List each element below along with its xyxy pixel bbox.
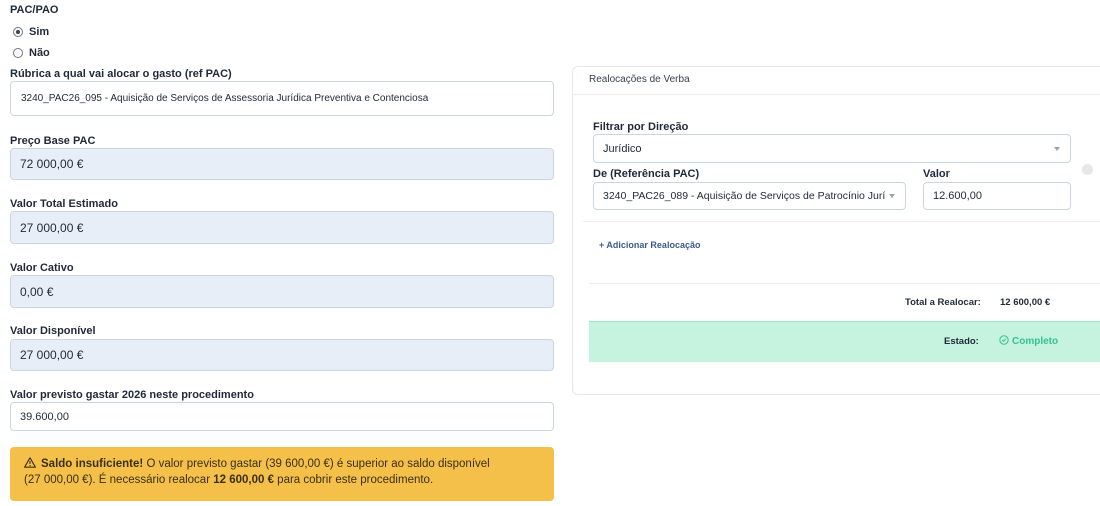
valor-total-field: 27 000,00 € xyxy=(10,211,554,244)
total-realocar-value: 12 600,00 € xyxy=(1000,297,1051,308)
valor-total-value: 27 000,00 € xyxy=(20,220,84,235)
radio-nao-label: Não xyxy=(29,47,50,59)
rubrica-label: Rúbrica a qual vai alocar o gasto (ref P… xyxy=(10,68,232,80)
radio-nao[interactable]: Não xyxy=(13,47,50,59)
valor-input[interactable]: 12.600,00 xyxy=(923,182,1071,210)
filtro-direcao-value: Jurídico xyxy=(603,142,642,155)
valor-input-value: 12.600,00 xyxy=(933,190,982,202)
saldo-warning-banner: Saldo insuficiente! O valor previsto gas… xyxy=(10,447,554,501)
warning-amount: 12 600,00 € xyxy=(213,474,274,486)
de-referencia-label: De (Referência PAC) xyxy=(593,168,700,180)
radio-sim-indicator[interactable] xyxy=(13,27,23,37)
valor-cativo-label: Valor Cativo xyxy=(10,262,74,274)
panel-header-divider xyxy=(573,94,1100,95)
warning-text-line3: para cobrir este procedimento. xyxy=(273,474,434,486)
preco-base-field: 72 000,00 € xyxy=(10,148,554,180)
valor-disponivel-label: Valor Disponível xyxy=(10,325,96,337)
filtro-direcao-label: Filtrar por Direção xyxy=(593,121,689,133)
valor-previsto-label: Valor previsto gastar 2026 neste procedi… xyxy=(10,389,254,401)
valor-total-label: Valor Total Estimado xyxy=(10,198,118,210)
chevron-down-icon xyxy=(889,194,895,198)
check-circle-icon xyxy=(999,335,1009,348)
filtro-direcao-select[interactable]: Jurídico xyxy=(593,134,1071,163)
warning-triangle-icon xyxy=(24,456,36,472)
estado-label: Estado: xyxy=(944,336,979,347)
total-divider xyxy=(589,283,1100,284)
de-referencia-value: 3240_PAC26_089 - Aquisição de Serviços d… xyxy=(603,190,885,202)
valor-cativo-value: 0,00 € xyxy=(20,284,54,299)
estado-value: Completo xyxy=(1012,336,1059,347)
chevron-down-icon xyxy=(1054,146,1060,151)
total-realocar-label: Total a Realocar: xyxy=(905,297,981,308)
realocacoes-title: Realocações de Verba xyxy=(589,74,690,85)
valor-previsto-input[interactable]: 39.600,00 xyxy=(10,402,554,431)
adicionar-realocacao-button[interactable]: + Adicionar Realocação xyxy=(599,240,700,250)
radio-nao-indicator[interactable] xyxy=(13,48,23,58)
preco-base-value: 72 000,00 € xyxy=(20,157,84,171)
de-referencia-select[interactable]: 3240_PAC26_089 - Aquisição de Serviços d… xyxy=(593,182,906,210)
rubrica-value: 3240_PAC26_095 - Aquisição de Serviços d… xyxy=(21,93,429,104)
radio-sim[interactable]: Sim xyxy=(13,26,49,38)
valor-previsto-value: 39.600,00 xyxy=(20,410,69,423)
warning-text-line1: O valor previsto gastar (39 600,00 €) é … xyxy=(143,458,490,470)
estado-status: Completo xyxy=(999,335,1058,348)
rubrica-field[interactable]: 3240_PAC26_095 - Aquisição de Serviços d… xyxy=(10,81,554,116)
preco-base-label: Preço Base PAC xyxy=(10,135,96,147)
row-divider xyxy=(583,221,1100,222)
warning-title: Saldo insuficiente! xyxy=(41,458,144,470)
valor-cativo-field: 0,00 € xyxy=(10,275,554,308)
remove-row-icon[interactable] xyxy=(1082,164,1093,175)
radio-sim-label: Sim xyxy=(29,26,50,38)
valor-label: Valor xyxy=(923,168,950,180)
valor-disponivel-value: 27 000,00 € xyxy=(20,348,84,362)
valor-disponivel-field: 27 000,00 € xyxy=(10,339,554,371)
warning-text-line2: (27 000,00 €). É necessário realocar xyxy=(24,474,214,486)
pac-title: PAC/PAO xyxy=(10,4,59,16)
